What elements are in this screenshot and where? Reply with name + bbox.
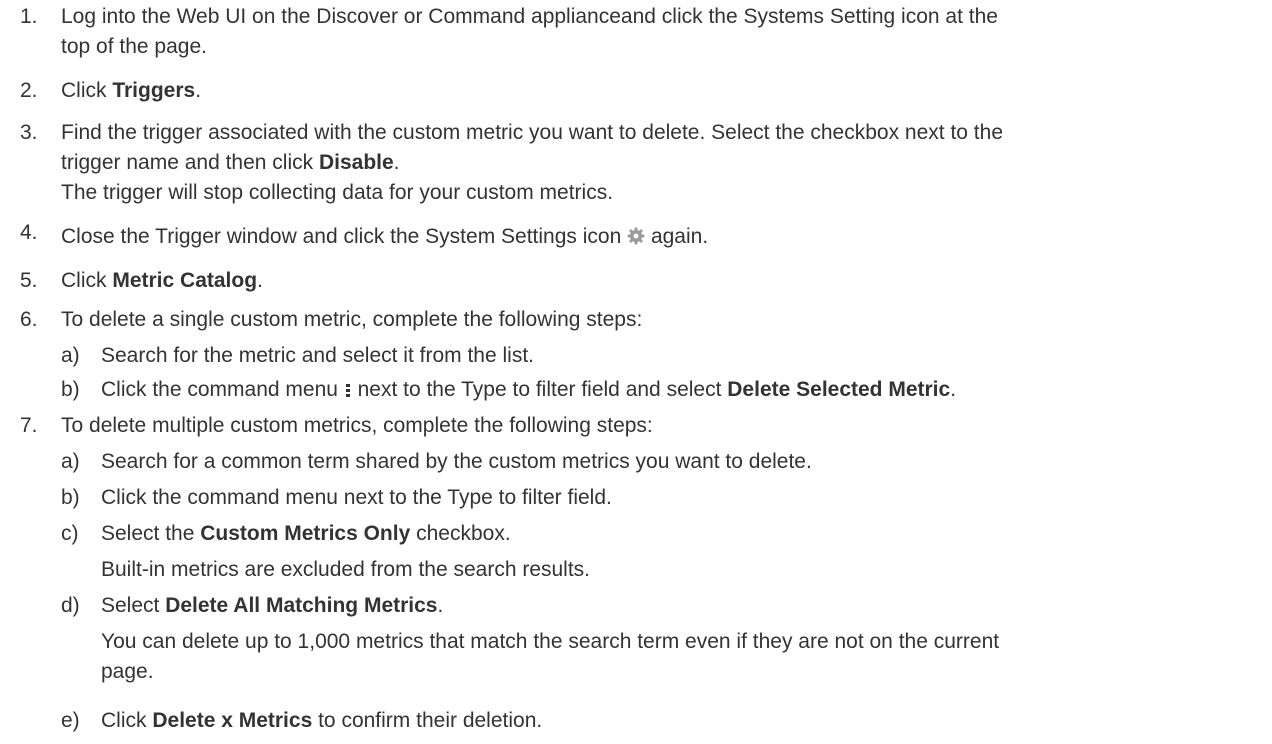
text-run: trigger name and then click — [61, 151, 319, 174]
substep-line: Select the Custom Metrics Only checkbox. — [101, 519, 1251, 549]
substep-text: Search for a common term shared by the c… — [101, 450, 812, 473]
substep-letter: e) — [61, 709, 80, 732]
substep-letter: d) — [61, 594, 80, 617]
step-text: Close the Trigger window and click the S… — [61, 222, 1251, 252]
step-text: To delete a single custom metric, comple… — [61, 308, 643, 331]
ui-term-metric-catalog: Metric Catalog — [112, 269, 258, 292]
substep-result: page. — [101, 660, 154, 683]
text-run: Click — [61, 79, 113, 102]
substep-result: You can delete up to 1,000 metrics that … — [101, 630, 1000, 653]
step-number: 6. — [20, 308, 38, 331]
substep-text: Click the command menu next to the Type … — [101, 486, 612, 509]
substep-text: Click Delete x Metrics to confirm their … — [101, 706, 1251, 736]
step-number: 1. — [20, 5, 38, 28]
substep-letter: b) — [61, 486, 80, 509]
step-number: 5. — [20, 269, 38, 292]
ui-term-triggers: Triggers — [112, 79, 196, 102]
step-number: 4. — [20, 221, 38, 244]
text-run: Select — [101, 594, 166, 617]
text-run: . — [257, 269, 263, 292]
text-run: Select the — [101, 522, 201, 545]
text-run: Click — [61, 269, 113, 292]
text-run: Close the Trigger window and click the S… — [61, 225, 628, 248]
text-run: . — [393, 151, 400, 174]
text-run: Click — [101, 709, 153, 732]
substep-text: Select the Custom Metrics Only checkbox.… — [101, 519, 1251, 585]
ui-term-delete-selected-metric: Delete Selected Metric — [727, 378, 951, 401]
procedure-document: 1. Log into the Web UI on the Discover o… — [0, 0, 1272, 744]
step-line: top of the page. — [61, 35, 207, 58]
substep-letter: a) — [61, 450, 80, 473]
text-run: . — [437, 594, 444, 617]
ui-term-custom-metrics-only: Custom Metrics Only — [200, 522, 411, 545]
substep-text: Search for the metric and select it from… — [101, 344, 535, 367]
gear-icon — [627, 224, 645, 245]
substep-text: Click the command menu next to the Type … — [101, 375, 1251, 405]
step-number: 2. — [20, 79, 38, 102]
substep-result: Built-in metrics are excluded from the s… — [101, 558, 591, 581]
text-run: checkbox. — [410, 522, 511, 545]
step-text: Log into the Web UI on the Discover or C… — [61, 2, 1251, 62]
step-number: 7. — [20, 414, 38, 437]
text-run: to confirm their deletion. — [312, 709, 543, 732]
step-line: Log into the Web UI on the Discover or C… — [61, 5, 998, 28]
ui-term-delete-x-metrics: Delete x Metrics — [152, 709, 313, 732]
step-text: To delete multiple custom metrics, compl… — [61, 414, 653, 437]
step-text: Click Metric Catalog. — [61, 266, 1251, 296]
substep-text: Select Delete All Matching Metrics. You … — [101, 591, 1251, 687]
step-number: 3. — [20, 121, 38, 144]
step-result: The trigger will stop collecting data fo… — [61, 181, 614, 204]
text-run: Click the command menu — [101, 378, 344, 401]
step-text: Click Triggers. — [61, 76, 1251, 106]
substep-letter: a) — [61, 344, 80, 367]
text-run: again. — [645, 225, 709, 248]
text-run: . — [950, 378, 957, 401]
text-run: next to the Type to filter field and sel… — [351, 378, 728, 401]
substep-line: Select Delete All Matching Metrics. — [101, 591, 1251, 621]
step-line: Find the trigger associated with the cus… — [61, 121, 1003, 144]
kebab-menu-icon — [344, 378, 352, 397]
step-line: trigger name and then click Disable. — [61, 148, 1251, 178]
ui-term-disable: Disable — [318, 151, 394, 174]
substep-letter: c) — [61, 522, 79, 545]
text-run: . — [195, 79, 202, 102]
ui-term-delete-all-matching-metrics: Delete All Matching Metrics — [165, 594, 438, 617]
step-text: Find the trigger associated with the cus… — [61, 118, 1251, 208]
substep-letter: b) — [61, 378, 80, 401]
